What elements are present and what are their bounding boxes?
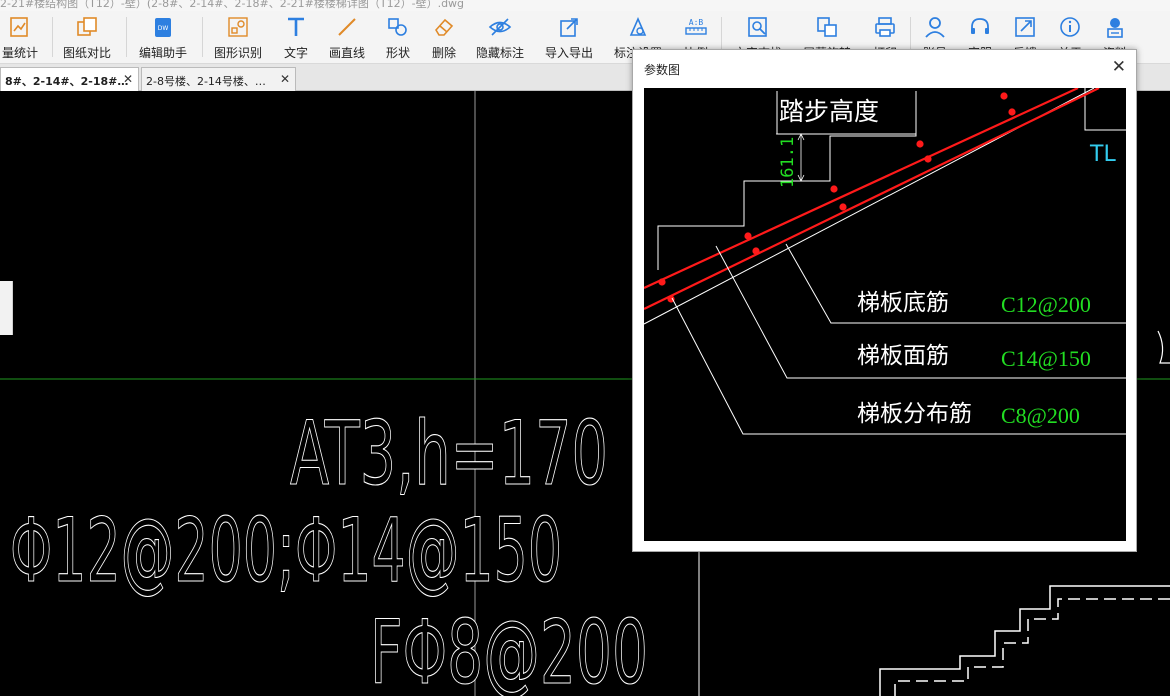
rebar-name-bottom: 梯板底筋 (857, 290, 949, 316)
rebar-dot (1008, 108, 1016, 116)
toolbar-divider (202, 17, 203, 57)
close-icon[interactable]: ✕ (1112, 57, 1126, 77)
toolbar-divider (52, 17, 53, 57)
tool-shape-recognize-button[interactable]: 图形识别 (214, 11, 262, 63)
close-icon[interactable]: ✕ (123, 72, 133, 86)
tool-line-button[interactable]: 画直线 (329, 11, 365, 63)
cad-distribution-label: FΦ8@200 (370, 601, 648, 696)
dwg-edit-icon: DW (150, 14, 176, 40)
rebar-spec-bottom: C12@200 (1001, 292, 1091, 317)
tl-label: TL (1089, 142, 1116, 167)
toolbar-divider (126, 17, 127, 57)
tool-hide-annotation-button[interactable]: 隐藏标注 (476, 11, 524, 63)
rebar-dot (916, 140, 924, 148)
import-export-icon (556, 14, 582, 40)
tool-text-button[interactable]: 文字 (283, 11, 309, 63)
cad-partial-glyph (1157, 330, 1170, 364)
rebar-dot (744, 232, 752, 240)
tool-compare-button[interactable]: 图纸对比 (63, 11, 111, 63)
tab-document-1[interactable]: 8#、2-14#、2-18#… ✕ (0, 67, 139, 91)
rebar-dot (924, 155, 932, 163)
title-bar: 2-21#楼结构图（T12）-壁）(2-8#、2-14#、2-18#、2-21#… (0, 0, 1170, 11)
side-panel-handle[interactable] (0, 281, 13, 335)
rebar-dot (1000, 92, 1008, 100)
scale-icon: A:B (683, 14, 709, 40)
tool-quantity-button[interactable]: 量统计 (2, 11, 38, 63)
feedback-icon (1012, 14, 1038, 40)
cad-stair-outline (879, 585, 1170, 696)
eye-hide-icon (487, 14, 513, 40)
print-icon (872, 14, 898, 40)
text-icon (283, 14, 309, 40)
text-search-icon (745, 14, 771, 40)
rebar-spec-top: C14@150 (1001, 346, 1091, 371)
screen-rotate-icon (814, 14, 840, 40)
user-icon (922, 14, 948, 40)
cad-rebar-label: Φ12@200;Φ14@150 (10, 499, 562, 602)
cad-stair-label: AT3,h=170 (290, 402, 608, 505)
shape-icon (385, 14, 411, 40)
tool-delete-button[interactable]: 删除 (431, 11, 457, 63)
rebar-name-distribution: 梯板分布筋 (857, 401, 972, 427)
tool-shape-button[interactable]: 形状 (385, 11, 411, 63)
annotation-settings-icon (625, 14, 651, 40)
headset-icon (967, 14, 993, 40)
info-icon (1057, 14, 1083, 40)
step-height-label: 踏步高度 (779, 97, 879, 126)
quantity-icon (7, 14, 33, 40)
rebar-dot (658, 278, 666, 286)
svg-text:DW: DW (158, 25, 169, 32)
window-title: 2-21#楼结构图（T12）-壁）(2-8#、2-14#、2-18#、2-21#… (0, 0, 465, 10)
rebar-spec-distribution: C8@200 (1001, 403, 1080, 428)
app-window: 2-21#楼结构图（T12）-壁）(2-8#、2-14#、2-18#、2-21#… (0, 0, 1170, 696)
resources-icon (1102, 14, 1128, 40)
rebar-dot (830, 185, 838, 193)
tool-import-export-button[interactable]: 导入导出 (545, 11, 593, 63)
rebar-dot (839, 203, 847, 211)
svg-text:A:B: A:B (689, 18, 704, 27)
shape-recognize-icon (225, 14, 251, 40)
rebar-dot (752, 247, 760, 255)
parameter-diagram-dialog[interactable]: 参数图 ✕ 踏步高度 161.1 TL 梯板底筋 C12@200 梯板面筋 C1… (632, 49, 1137, 552)
compare-icon (74, 14, 100, 40)
eraser-icon (431, 14, 457, 40)
cad-stair-dashed-outline (894, 598, 1170, 696)
line-icon (334, 14, 360, 40)
rebar-name-top: 梯板面筋 (857, 343, 949, 369)
tool-edit-helper-button[interactable]: DW 编辑助手 (139, 11, 187, 63)
dialog-title: 参数图 (644, 63, 681, 77)
close-icon[interactable]: ✕ (280, 72, 290, 86)
tab-document-2[interactable]: 2-8号楼、2-14号楼、… ✕ (141, 67, 296, 91)
dimension-value: 161.1 (778, 137, 798, 188)
